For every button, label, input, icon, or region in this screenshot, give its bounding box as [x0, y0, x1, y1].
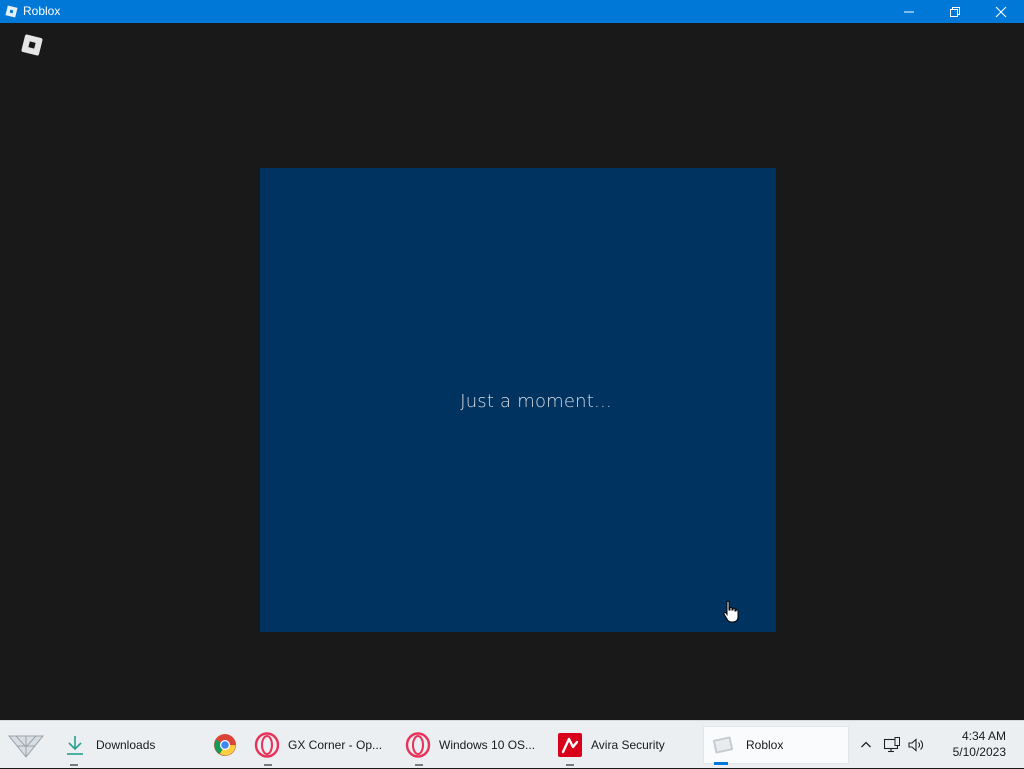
window-title: Roblox [23, 4, 61, 18]
taskbar-item-downloads[interactable]: Downloads [60, 726, 200, 766]
chrome-icon [212, 732, 238, 758]
taskbar-item-label: GX Corner - Op... [288, 738, 383, 752]
running-indicator [714, 762, 728, 765]
roblox-icon [4, 5, 18, 19]
opera-gx-icon [405, 732, 431, 758]
taskbar: Downloads GX Corner - Op... Windows 10 O… [0, 720, 1024, 768]
taskbar-item-roblox[interactable]: Roblox [703, 726, 849, 765]
loading-message: Just a moment... [460, 390, 612, 412]
taskbar-item-label: Avira Security [591, 738, 665, 752]
minimize-icon [904, 11, 914, 12]
running-indicator [566, 764, 574, 766]
close-icon [995, 6, 1007, 17]
opera-gx-icon [254, 732, 280, 758]
chevron-up-icon [861, 741, 871, 748]
clock-date: 5/10/2023 [952, 745, 1006, 759]
roblox-client-area[interactable]: Just a moment... [0, 23, 1024, 720]
roblox-logo-icon[interactable] [17, 30, 47, 60]
volume-icon [908, 738, 923, 752]
minimize-button[interactable] [886, 0, 932, 23]
taskbar-item-label: Windows 10 OS... [439, 738, 536, 752]
running-indicator [264, 764, 272, 766]
avira-icon [557, 732, 583, 758]
start-button[interactable] [4, 726, 48, 764]
network-icon [883, 737, 900, 753]
taskbar-item-label: Downloads [96, 738, 156, 752]
taskbar-item-label: Roblox [746, 738, 784, 752]
running-indicator [70, 764, 78, 766]
close-button[interactable] [978, 0, 1024, 23]
taskbar-item-windows-10-os[interactable]: Windows 10 OS... [405, 726, 550, 766]
show-hidden-icons-button[interactable] [854, 733, 878, 757]
network-button[interactable] [880, 733, 904, 757]
clock-time: 4:34 AM [961, 729, 1006, 743]
taskbar-item-avira-security[interactable]: Avira Security [557, 726, 697, 766]
taskbar-item-chrome[interactable] [208, 726, 242, 764]
system-tray: 4:34 AM 5/10/2023 [854, 721, 1024, 769]
running-indicator [415, 764, 423, 766]
loading-dialog: Just a moment... [260, 168, 776, 632]
roblox-icon [710, 732, 736, 758]
volume-button[interactable] [904, 733, 928, 757]
start-menu-icon [7, 735, 45, 758]
restore-icon [950, 6, 960, 17]
download-icon [62, 732, 88, 758]
taskbar-item-gx-corner[interactable]: GX Corner - Op... [254, 726, 394, 766]
restore-button[interactable] [932, 0, 978, 23]
title-bar[interactable]: Roblox [0, 0, 1024, 23]
taskbar-clock[interactable]: 4:34 AM 5/10/2023 [953, 728, 1006, 760]
hand-cursor-icon [723, 600, 739, 623]
